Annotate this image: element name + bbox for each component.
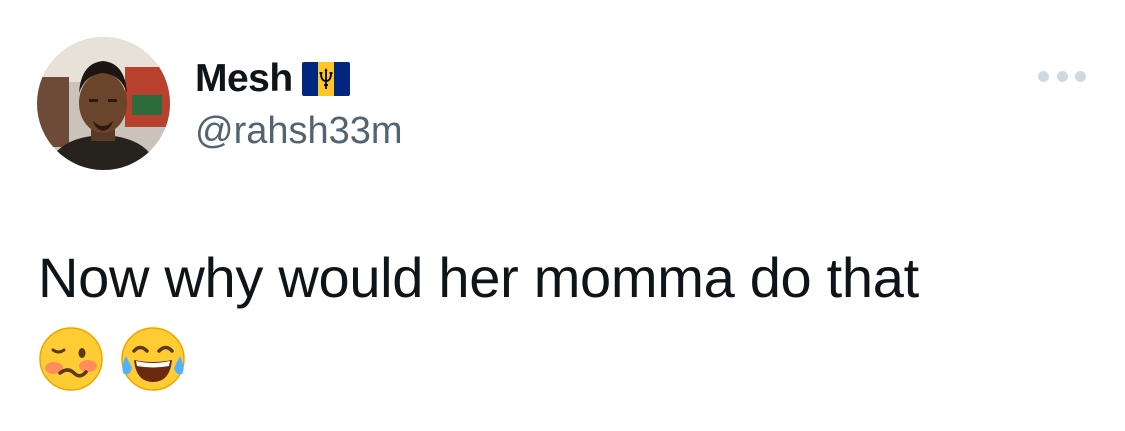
avatar-photo	[37, 37, 170, 170]
more-dot	[1075, 70, 1086, 82]
display-name[interactable]: Mesh	[195, 56, 293, 102]
tweet-text: Now why would her momma do that	[38, 246, 919, 309]
face-with-tears-of-joy-icon	[120, 326, 186, 392]
emoji-row	[38, 326, 186, 392]
avatar[interactable]	[37, 37, 170, 170]
woozy-face-icon	[38, 326, 104, 392]
barbados-flag-icon	[301, 62, 350, 96]
more-dot	[1056, 70, 1068, 82]
more-options-icon[interactable]	[1038, 66, 1086, 86]
display-name-row: Mesh	[195, 56, 350, 102]
more-dot	[1038, 70, 1049, 82]
user-handle[interactable]: @rahsh33m	[195, 108, 403, 154]
